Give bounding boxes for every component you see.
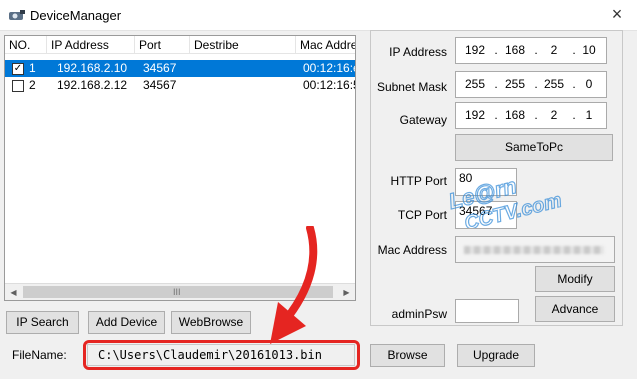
cell-mac: 00:12:16:e	[303, 61, 356, 75]
row-checkbox[interactable]: ✓	[12, 63, 24, 75]
column-header-no[interactable]: NO.	[5, 36, 47, 54]
cell-port: 34567	[143, 61, 177, 75]
column-header-port[interactable]: Port	[135, 36, 190, 54]
cell-ip: 192.168.2.12	[57, 78, 128, 92]
advance-button[interactable]: Advance	[535, 296, 615, 322]
cell-no: 2	[29, 78, 36, 92]
browse-button[interactable]: Browse	[370, 344, 445, 367]
table-row[interactable]: 2 192.168.2.12 34567 00:12:16:5	[5, 77, 355, 94]
column-header-mac[interactable]: Mac Addre	[296, 36, 355, 54]
device-manager-icon	[9, 10, 25, 20]
ip-address-input[interactable]: 192 . 168 . 2 . 10	[455, 37, 607, 64]
subnet-mask-label: Subnet Mask	[376, 80, 447, 94]
cell-describe	[192, 77, 296, 94]
add-device-button[interactable]: Add Device	[88, 311, 165, 334]
ip-octet-4: 10	[582, 43, 596, 57]
row-checkbox[interactable]	[12, 80, 24, 92]
ip-search-button[interactable]: IP Search	[6, 311, 79, 334]
gateway-octet-4: 1	[585, 108, 593, 122]
mac-address-input[interactable]	[455, 236, 615, 263]
device-list-header: NO. IP Address Port Destribe Mac Addre	[5, 36, 355, 54]
mask-octet-2: 255	[504, 77, 526, 91]
learn-cctv-watermark: Le@rn CCTV.com	[445, 172, 564, 228]
column-header-describe[interactable]: Destribe	[190, 36, 296, 54]
admin-password-label: adminPsw	[391, 307, 447, 321]
octet-dot: .	[494, 43, 498, 57]
column-header-ip[interactable]: IP Address	[47, 36, 135, 54]
ip-octet-1: 192	[464, 43, 486, 57]
mask-octet-1: 255	[464, 77, 486, 91]
gateway-octet-3: 2	[550, 108, 558, 122]
modify-button[interactable]: Modify	[535, 266, 615, 292]
mac-address-label: Mac Address	[377, 243, 447, 257]
admin-password-input[interactable]	[455, 299, 519, 323]
table-row[interactable]: ✓ 1 192.168.2.10 34567 00:12:16:e	[5, 60, 355, 77]
ip-address-label: IP Address	[389, 45, 447, 59]
cell-describe	[192, 60, 296, 77]
cell-port: 34567	[143, 78, 177, 92]
ip-octet-3: 2	[550, 43, 558, 57]
gateway-label: Gateway	[399, 113, 447, 127]
gateway-octet-2: 168	[504, 108, 526, 122]
cell-ip: 192.168.2.10	[57, 61, 128, 75]
title-bar: DeviceManager ×	[0, 0, 637, 31]
scroll-right-icon[interactable]: ▶	[338, 284, 355, 300]
upgrade-button[interactable]: Upgrade	[457, 344, 535, 367]
cell-no: 1	[29, 61, 36, 75]
close-icon[interactable]: ×	[607, 3, 627, 25]
mask-octet-3: 255	[543, 77, 565, 91]
annotation-arrow-icon	[270, 226, 318, 344]
same-to-pc-button[interactable]: SameToPc	[455, 134, 613, 161]
scroll-left-icon[interactable]: ◀	[5, 284, 22, 300]
octet-dot: .	[494, 108, 498, 122]
scroll-grip-icon: III	[173, 287, 181, 297]
file-name-label: FileName:	[12, 348, 67, 362]
web-browse-button[interactable]: WebBrowse	[171, 311, 251, 334]
gateway-input[interactable]: 192 . 168 . 2 . 1	[455, 102, 607, 129]
window-title: DeviceManager	[30, 8, 122, 23]
mac-address-redacted	[464, 246, 604, 254]
gateway-octet-1: 192	[464, 108, 486, 122]
octet-dot: .	[494, 77, 498, 91]
subnet-mask-input[interactable]: 255 . 255 . 255 . 0	[455, 71, 607, 98]
ip-octet-2: 168	[504, 43, 526, 57]
mask-octet-4: 0	[585, 77, 593, 91]
cell-mac: 00:12:16:5	[303, 78, 356, 92]
